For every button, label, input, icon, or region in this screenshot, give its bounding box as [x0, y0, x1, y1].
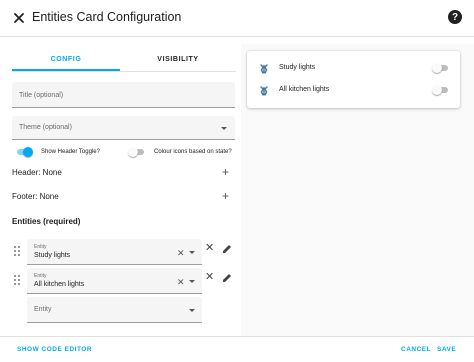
footer-divider — [0, 336, 474, 337]
drag-handle-icon[interactable] — [14, 275, 22, 285]
lightbulb-icon — [260, 64, 268, 74]
show-header-toggle-label: Show Header Toggle? — [41, 149, 100, 155]
header-row-label: Header: None — [12, 168, 62, 177]
save-button[interactable]: SAVE — [437, 346, 456, 353]
lightbulb-icon — [260, 86, 268, 96]
entity-picker[interactable]: Entity Study lights ✕ — [27, 239, 202, 265]
remove-icon[interactable]: ✕ — [205, 272, 214, 283]
preview-toggle-study-lights[interactable] — [432, 63, 449, 73]
entities-card-preview: Study lights All kitchen lights — [247, 51, 460, 108]
plus-icon[interactable]: + — [222, 166, 229, 178]
clear-icon[interactable]: ✕ — [177, 249, 185, 258]
entities-section-title: Entities (required) — [12, 217, 81, 226]
plus-icon[interactable]: + — [222, 190, 229, 202]
title-input-placeholder: Title (optional) — [19, 92, 64, 99]
dialog-title: Entities Card Configuration — [32, 10, 182, 24]
chevron-down-icon — [221, 127, 227, 130]
remove-icon[interactable]: ✕ — [205, 243, 214, 254]
title-input[interactable]: Title (optional) — [12, 82, 235, 108]
theme-select[interactable]: Theme (optional) — [12, 116, 235, 140]
pencil-icon[interactable] — [222, 273, 232, 283]
preview-row-label: Study lights — [279, 64, 316, 71]
active-tab-indicator — [12, 69, 120, 71]
footer-row-label: Footer: None — [12, 192, 59, 201]
show-code-editor-button[interactable]: SHOW CODE EDITOR — [17, 346, 92, 353]
header-divider — [0, 36, 474, 37]
clear-icon[interactable]: ✕ — [177, 278, 185, 287]
entity-picker-value: All kitchen lights — [34, 281, 85, 288]
entity-picker[interactable]: Entity All kitchen lights ✕ — [27, 268, 202, 294]
drag-handle-icon[interactable] — [14, 246, 22, 256]
dialog-header: Entities Card Configuration ? — [0, 0, 474, 36]
preview-toggle-all-kitchen-lights[interactable] — [432, 85, 449, 95]
state-color-toggle[interactable] — [128, 147, 145, 157]
config-tabs: CONFIG VISIBILITY — [12, 50, 236, 72]
close-icon — [14, 13, 24, 23]
new-entity-placeholder: Entity — [34, 306, 52, 313]
close-button[interactable] — [9, 8, 29, 28]
entity-picker-value: Study lights — [34, 252, 71, 259]
chevron-down-icon[interactable] — [189, 280, 195, 283]
preview-row-label: All kitchen lights — [279, 86, 330, 93]
chevron-down-icon[interactable] — [189, 309, 195, 312]
entities-card-config-dialog: Entities Card Configuration ? Study ligh… — [0, 0, 474, 362]
theme-select-placeholder: Theme (optional) — [19, 124, 72, 131]
new-entity-picker[interactable]: Entity — [27, 297, 202, 323]
entity-picker-label: Entity — [34, 273, 47, 279]
entity-picker-label: Entity — [34, 244, 47, 250]
pencil-icon[interactable] — [222, 244, 232, 254]
tab-config[interactable]: CONFIG — [12, 50, 120, 70]
help-icon[interactable]: ? — [448, 10, 462, 24]
state-color-toggle-label: Colour icons based on state? — [154, 149, 232, 155]
cancel-button[interactable]: CANCEL — [401, 346, 431, 353]
chevron-down-icon[interactable] — [189, 251, 195, 254]
show-header-toggle[interactable] — [16, 147, 33, 157]
tab-visibility[interactable]: VISIBILITY — [124, 50, 232, 70]
